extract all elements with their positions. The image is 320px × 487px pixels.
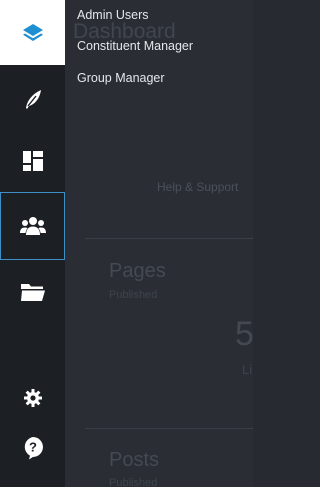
sidebar-item-users[interactable] xyxy=(0,192,65,260)
menu-item-constituent-manager[interactable]: Constituent Manager xyxy=(77,39,193,54)
sidebar-item-home-logo[interactable] xyxy=(0,0,65,65)
help-support-link[interactable]: Help & Support xyxy=(157,180,238,194)
posts-card xyxy=(85,428,253,429)
pages-card-subtitle: Published xyxy=(109,289,158,301)
posts-card-title: Posts xyxy=(109,449,160,471)
svg-text:?: ? xyxy=(29,440,37,455)
sidebar-item-help[interactable]: ? xyxy=(0,422,65,474)
pages-count: 5 xyxy=(235,315,254,353)
pages-card-title: Pages xyxy=(109,260,166,282)
sidebar-item-files[interactable] xyxy=(0,263,65,321)
sidebar: ? xyxy=(0,0,65,487)
pages-count-label: Li xyxy=(242,362,253,377)
help-icon: ? xyxy=(22,436,44,460)
posts-card-subtitle: Published xyxy=(109,477,158,487)
users-icon xyxy=(19,215,46,237)
gear-icon xyxy=(23,388,43,408)
dashboard-icon xyxy=(22,150,44,172)
menu-item-admin-users[interactable]: Admin Users xyxy=(77,8,149,23)
folder-icon xyxy=(20,282,46,302)
sidebar-item-content[interactable] xyxy=(0,70,65,128)
feather-icon xyxy=(21,87,45,111)
layers-icon xyxy=(21,21,45,45)
menu-item-group-manager[interactable]: Group Manager xyxy=(77,71,165,86)
sidebar-item-dashboard[interactable] xyxy=(0,132,65,190)
sidebar-item-settings[interactable] xyxy=(0,372,65,424)
